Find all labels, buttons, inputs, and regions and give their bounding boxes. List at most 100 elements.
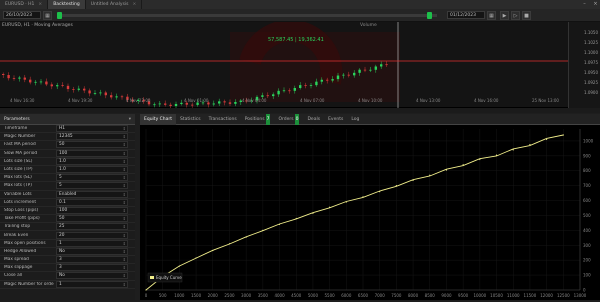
candle-body	[153, 104, 156, 106]
parameter-row: Slow MA period 100 ⇕	[0, 149, 135, 158]
equity-point	[562, 134, 564, 136]
stepper-icon[interactable]: ⇕	[123, 265, 126, 271]
stepper-icon[interactable]: ⇕	[123, 134, 126, 140]
stepper-icon[interactable]: ⇕	[123, 233, 126, 239]
parameter-row: Take Profit (pips) 50 ⇕	[0, 215, 135, 224]
parameter-value-field[interactable]: 50 ⇕	[56, 141, 128, 149]
parameter-value-field[interactable]: 25 ⇕	[56, 223, 128, 231]
stepper-icon[interactable]: ⇕	[123, 192, 126, 198]
calendar-icon[interactable]: ▦	[43, 10, 52, 20]
parameter-value-field[interactable]: 50 ⇕	[56, 215, 128, 223]
close-window-icon[interactable]: ×	[591, 0, 600, 9]
equity-chart-panel: 0 500 1000 1500 2000 2500 3000 3500 4000 4500 5000…	[140, 125, 600, 300]
tab-log[interactable]: Log	[347, 114, 363, 125]
start-date-field[interactable]: 26/10/2023	[3, 11, 41, 19]
parameter-value-field[interactable]: 0.1 ⇕	[56, 198, 128, 206]
stepper-icon[interactable]: ⇕	[123, 126, 126, 132]
tab-transactions[interactable]: Transactions	[205, 114, 241, 125]
candle-body	[110, 95, 113, 98]
parameter-value-field[interactable]: 1 ⇕	[56, 280, 128, 288]
stepper-icon[interactable]: ⇕	[123, 249, 126, 255]
tab-statistics[interactable]: Statistics	[176, 114, 205, 125]
close-icon[interactable]: ×	[133, 2, 137, 7]
stepper-icon[interactable]: ⇕	[123, 175, 126, 181]
parameter-value-field[interactable]: 5 ⇕	[56, 182, 128, 190]
stepper-icon[interactable]: ⇕	[123, 282, 126, 288]
price-chart-panel[interactable]: EURUSD, H1 · Moving Averages Volume 4 No…	[0, 22, 600, 108]
parameter-value-field[interactable]: 1.0 ⇕	[56, 166, 128, 174]
parameter-value-field[interactable]: 12345 ⇕	[56, 133, 128, 141]
stepper-icon[interactable]: ⇕	[123, 241, 126, 247]
collapse-icon[interactable]: ▾	[129, 117, 131, 122]
parameter-value-field[interactable]: 3 ⇕	[56, 256, 128, 264]
parameter-value-field[interactable]: No ⇕	[56, 247, 128, 255]
candle-body	[191, 104, 194, 106]
parameter-value-field[interactable]: No ⇕	[56, 272, 128, 280]
y-tick-label: 800	[583, 168, 591, 173]
time-tick: 25 Nov 13:00	[532, 98, 559, 103]
stop-icon[interactable]: ■	[522, 10, 531, 20]
equity-point	[395, 185, 397, 187]
parameter-value-field[interactable]: 20 ⇕	[56, 231, 128, 239]
tab-orders[interactable]: Orders 0	[274, 113, 303, 125]
parameter-value-field[interactable]: 100 ⇕	[56, 206, 128, 214]
candle-body	[342, 74, 345, 76]
stepper-icon[interactable]: ⇕	[123, 167, 126, 173]
parameter-value-field[interactable]: H1 ⇕	[56, 125, 128, 133]
tab-positions[interactable]: Positions 7	[241, 113, 275, 125]
step-icon[interactable]: ▷	[511, 10, 520, 20]
candle-body	[180, 102, 183, 104]
tab-events[interactable]: Events	[324, 114, 347, 125]
parameter-value-field[interactable]: 100 ⇕	[56, 149, 128, 157]
parameter-value-field[interactable]: 1 ⇕	[56, 239, 128, 247]
parameter-value-field[interactable]: 3 ⇕	[56, 264, 128, 272]
equity-point	[429, 174, 431, 176]
slider-start-handle[interactable]	[57, 11, 62, 19]
tab-deals[interactable]: Deals	[303, 114, 324, 125]
end-date-field[interactable]: 01/12/2023	[447, 11, 485, 19]
stepper-icon[interactable]: ⇕	[123, 273, 126, 279]
parameter-value-field[interactable]: 5 ⇕	[56, 174, 128, 182]
time-tick: 4 Nov 13:00	[416, 98, 441, 103]
candle-body	[293, 88, 296, 91]
x-tick-label: 4500	[291, 293, 302, 298]
stepper-icon[interactable]: ⇕	[123, 151, 126, 157]
candle-body	[358, 69, 361, 73]
period-slider[interactable]	[57, 11, 437, 19]
stepper-icon[interactable]: ⇕	[123, 208, 126, 214]
tab-label: Transactions	[208, 116, 237, 122]
stepper-icon[interactable]: ⇕	[123, 159, 126, 165]
calendar-icon[interactable]: ▦	[487, 10, 496, 20]
stepper-icon[interactable]: ⇕	[123, 216, 126, 222]
tab-backtesting[interactable]: Backtesting	[48, 0, 86, 9]
parameter-value: 3	[59, 265, 62, 271]
tab-analysis[interactable]: Untitled Analysis ×	[86, 0, 143, 9]
tab-equity-chart[interactable]: Equity Chart	[140, 113, 177, 125]
tab-symbol[interactable]: EURUSD · H1 ×	[0, 0, 49, 9]
stepper-icon[interactable]: ⇕	[123, 183, 126, 189]
play-icon[interactable]: ▶	[500, 10, 509, 20]
slider-end-handle[interactable]	[427, 11, 432, 19]
title-bar: EURUSD · H1 × Backtesting Untitled Analy…	[0, 0, 600, 9]
parameter-value-field[interactable]: 1.0 ⇕	[56, 157, 128, 165]
x-tick-label: 10000	[473, 293, 486, 298]
candle-body	[363, 69, 367, 71]
panel-divider[interactable]	[0, 108, 600, 113]
equity-point	[295, 217, 297, 220]
equity-point	[379, 191, 381, 193]
parameter-value: 1.0	[59, 158, 66, 164]
stepper-icon[interactable]: ⇕	[123, 257, 126, 263]
parameter-value-field[interactable]: Enabled ⇕	[56, 190, 128, 198]
candle-body	[272, 94, 275, 97]
stepper-icon[interactable]: ⇕	[123, 142, 126, 148]
equity-point	[345, 201, 347, 203]
tab-label: Orders	[278, 116, 294, 122]
minimize-icon[interactable]: –	[580, 0, 589, 9]
close-icon[interactable]: ×	[38, 2, 42, 7]
stepper-icon[interactable]: ⇕	[123, 224, 126, 230]
candle-body	[104, 92, 107, 96]
candle-body	[288, 90, 291, 92]
parameter-label: Variable Lots	[4, 191, 32, 197]
stepper-icon[interactable]: ⇕	[123, 200, 126, 206]
candle-body	[282, 90, 286, 92]
